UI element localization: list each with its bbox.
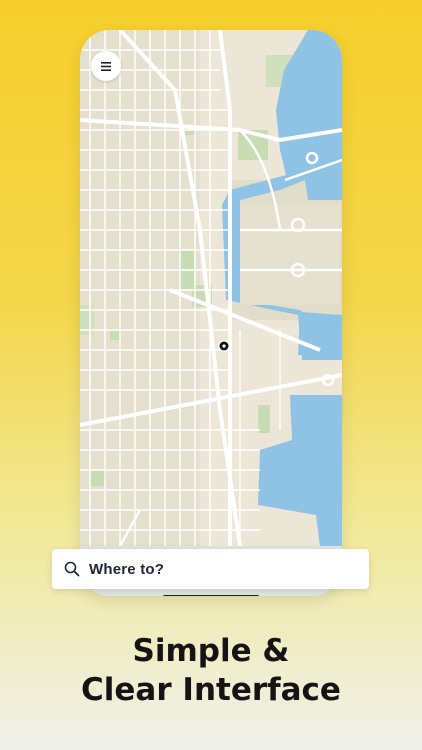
search-icon xyxy=(64,561,80,577)
headline-line-2: Clear Interface xyxy=(81,672,341,708)
phone-frame xyxy=(80,30,342,596)
search-label: Where to? xyxy=(89,560,165,578)
menu-button[interactable] xyxy=(91,51,121,81)
promo-headline: Simple & Clear Interface xyxy=(0,632,422,710)
where-to-search-bar[interactable]: Where to? xyxy=(52,549,369,589)
map-view[interactable] xyxy=(80,30,342,546)
current-location-pin-icon xyxy=(218,340,230,352)
headline-line-1: Simple & xyxy=(132,633,290,669)
hamburger-menu-icon xyxy=(101,61,111,71)
home-indicator xyxy=(163,595,259,596)
